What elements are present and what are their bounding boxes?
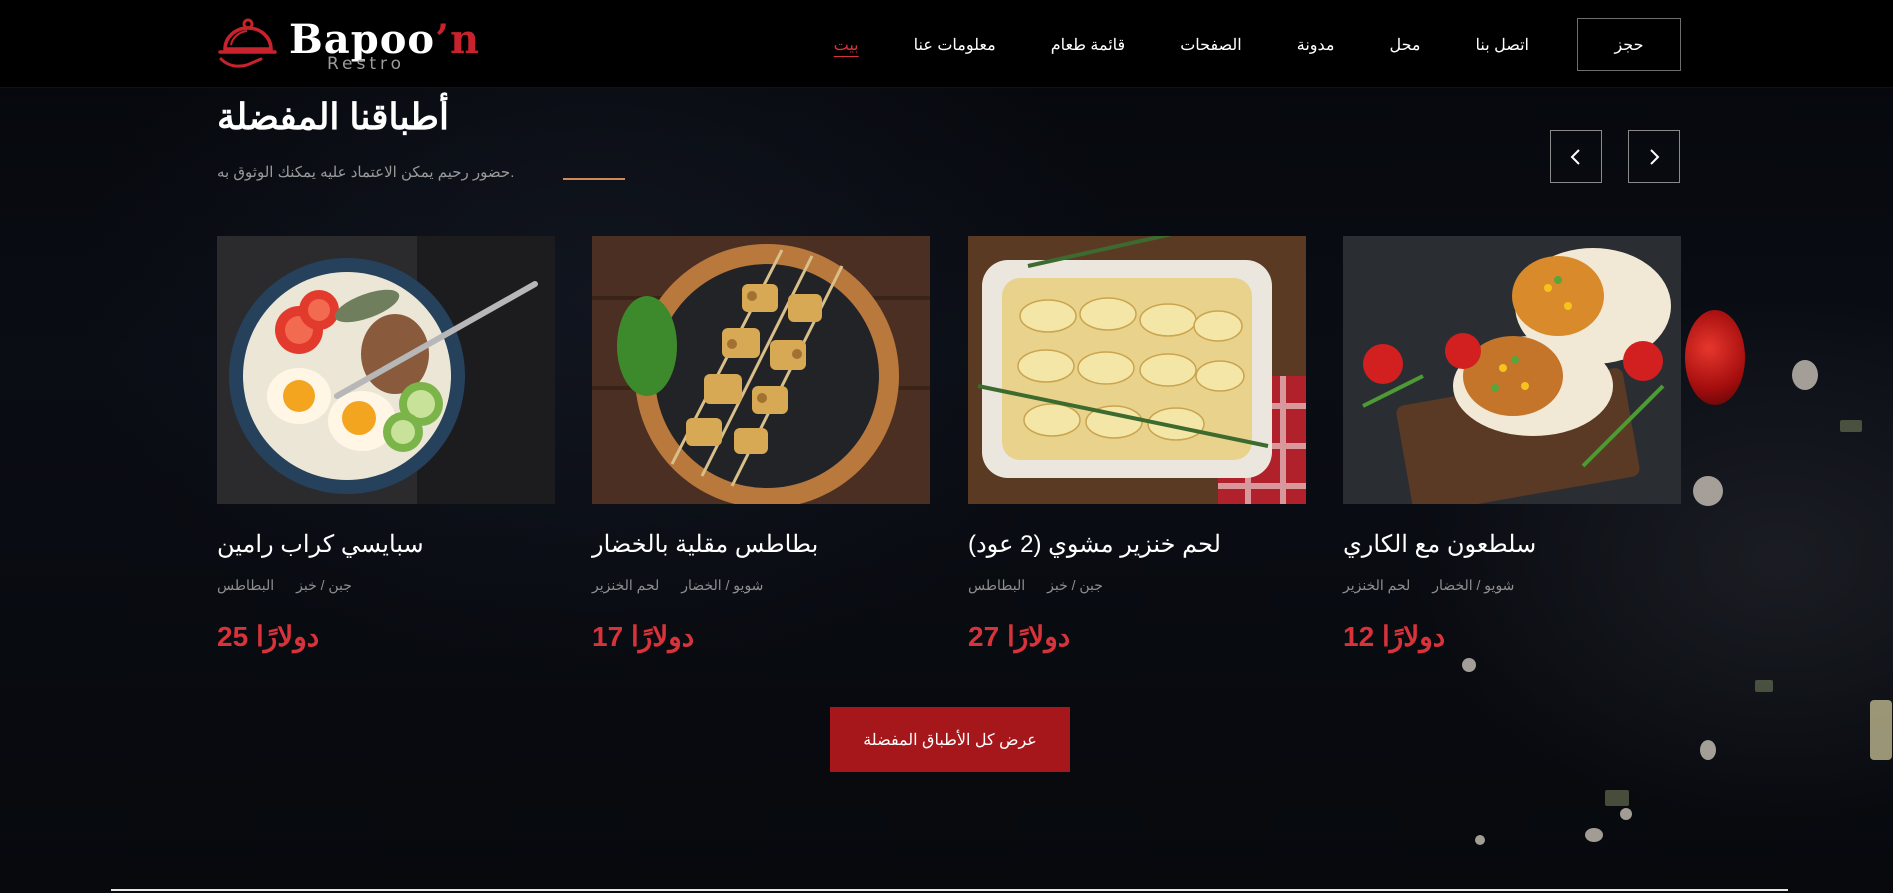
dish-price: 25 دولارًا <box>217 621 320 652</box>
herb-decoration <box>1605 790 1629 806</box>
page: Bapoo’n Restro حجز اتصل بنا محل مدونة ال… <box>0 0 1893 893</box>
dish-tag[interactable]: جبن / خبز <box>296 577 352 594</box>
peppercorn-decoration <box>1792 360 1818 390</box>
chevron-right-icon <box>1650 148 1660 165</box>
salt-decoration <box>1700 740 1716 760</box>
view-all-dishes-button[interactable]: عرض كل الأطباق المفضلة <box>830 707 1070 772</box>
dish-price: 27 دولارًا <box>968 621 1071 652</box>
nav-blog[interactable]: مدونة <box>1297 35 1335 55</box>
book-button[interactable]: حجز <box>1577 18 1681 71</box>
salt-decoration <box>1462 658 1476 672</box>
site-header: Bapoo’n Restro حجز اتصل بنا محل مدونة ال… <box>0 0 1893 88</box>
nav-about[interactable]: معلومات عنا <box>914 35 996 55</box>
carousel-next-button[interactable] <box>1628 130 1680 183</box>
dish-price: 17 دولارًا <box>592 621 695 652</box>
dish-card[interactable]: سبايسي كراب رامين جبن / خبز البطاطس 25 د… <box>217 236 555 653</box>
dish-price: 12 دولارًا <box>1343 621 1446 652</box>
logo-text: Bapoo’n Restro <box>289 14 479 74</box>
carousel-prev-button[interactable] <box>1550 130 1602 183</box>
dish-image[interactable] <box>968 236 1306 504</box>
dish-title[interactable]: سبايسي كراب رامين <box>217 530 555 559</box>
pasta-decoration <box>1870 700 1892 760</box>
dish-tags: شويو / الخضار لحم الخنزير <box>1343 577 1681 594</box>
cloche-icon <box>218 18 277 68</box>
nav-contact[interactable]: اتصل بنا <box>1476 35 1530 55</box>
nav-menu[interactable]: قائمة طعام <box>1051 35 1125 55</box>
dish-image[interactable] <box>592 236 930 504</box>
nav-shop[interactable]: محل <box>1389 35 1420 55</box>
peppercorn-decoration <box>1693 476 1723 506</box>
footer-divider <box>111 889 1788 891</box>
dish-card[interactable]: بطاطس مقلية بالخضار شويو / الخضار لحم ال… <box>592 236 930 653</box>
salt-decoration <box>1475 835 1485 845</box>
dish-tags: جبن / خبز البطاطس <box>968 577 1306 594</box>
dish-tag[interactable]: جبن / خبز <box>1047 577 1103 594</box>
dish-tag[interactable]: البطاطس <box>217 577 274 594</box>
logo-tagline: Restro <box>327 54 406 74</box>
dish-tags: شويو / الخضار لحم الخنزير <box>592 577 930 594</box>
dish-card[interactable]: سلطعون مع الكاري شويو / الخضار لحم الخنز… <box>1343 236 1681 653</box>
tomato-decoration <box>1685 310 1745 405</box>
dish-tag[interactable]: شويو / الخضار <box>681 577 763 594</box>
salt-decoration <box>1585 828 1603 842</box>
section-title: أطباقنا المفضلة <box>217 96 449 137</box>
dish-image[interactable] <box>1343 236 1681 504</box>
dish-tag[interactable]: البطاطس <box>968 577 1025 594</box>
dish-tag[interactable]: لحم الخنزير <box>1343 577 1410 594</box>
herb-decoration <box>1755 680 1773 692</box>
section-subtitle: حضور رحيم يمكن الاعتماد عليه يمكنك الوثو… <box>217 164 515 181</box>
logo[interactable]: Bapoo’n Restro <box>217 14 479 74</box>
dish-tag[interactable]: لحم الخنزير <box>592 577 659 594</box>
nav-home[interactable]: بيت <box>834 35 859 55</box>
dish-card[interactable]: لحم خنزير مشوي (2 عود) جبن / خبز البطاطس… <box>968 236 1306 653</box>
herb-decoration <box>1840 420 1862 432</box>
nav-pages[interactable]: الصفحات <box>1180 35 1242 55</box>
chevron-left-icon <box>1570 148 1580 165</box>
main-nav: حجز اتصل بنا محل مدونة الصفحات قائمة طعا… <box>779 18 1681 71</box>
dish-title[interactable]: بطاطس مقلية بالخضار <box>592 530 930 559</box>
dish-image[interactable] <box>217 236 555 504</box>
dish-tags: جبن / خبز البطاطس <box>217 577 555 594</box>
dish-tag[interactable]: شويو / الخضار <box>1432 577 1514 594</box>
section-divider <box>563 178 625 180</box>
salt-decoration <box>1620 808 1632 820</box>
dish-title[interactable]: سلطعون مع الكاري <box>1343 530 1681 559</box>
dish-title[interactable]: لحم خنزير مشوي (2 عود) <box>968 530 1306 559</box>
